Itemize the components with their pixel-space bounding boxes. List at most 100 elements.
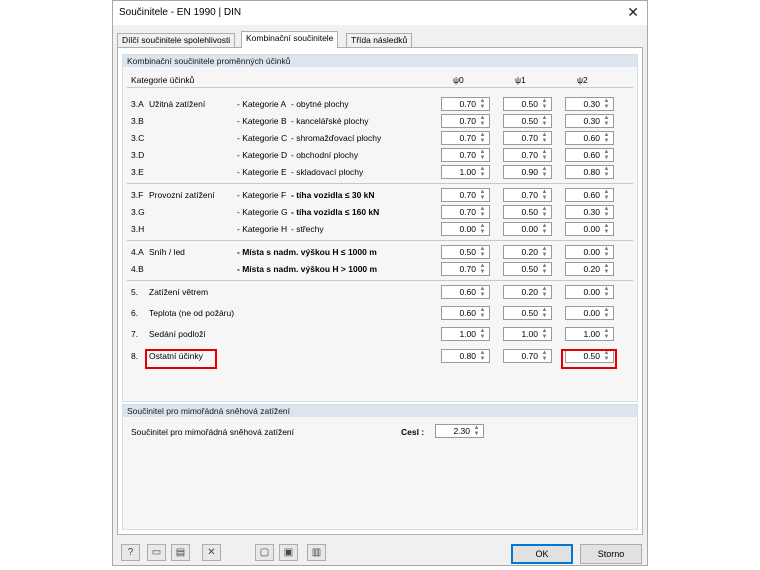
factor-stepper-v1[interactable]: 0.20 ▲ ▼	[503, 285, 552, 299]
factor-stepper-v1[interactable]: 0.20 ▲ ▼	[503, 245, 552, 259]
spin-arrows-icon[interactable]: ▲ ▼	[478, 350, 487, 362]
spin-arrows-icon[interactable]: ▲ ▼	[540, 189, 549, 201]
spin-arrows-icon[interactable]: ▲ ▼	[540, 223, 549, 235]
factor-stepper-v2[interactable]: 1.00 ▲ ▼	[565, 327, 614, 341]
factor-stepper-v2[interactable]: 0.30 ▲ ▼	[565, 114, 614, 128]
spin-arrows-icon[interactable]: ▲ ▼	[602, 206, 611, 218]
factor-stepper-v2[interactable]: 0.60 ▲ ▼	[565, 148, 614, 162]
spin-arrows-icon[interactable]: ▲ ▼	[540, 115, 549, 127]
spin-arrows-icon[interactable]: ▲ ▼	[602, 307, 611, 319]
spin-arrows-icon[interactable]: ▲ ▼	[602, 263, 611, 275]
factor-stepper-v1[interactable]: 0.00 ▲ ▼	[503, 222, 552, 236]
factor-stepper-v1[interactable]: 0.50 ▲ ▼	[503, 262, 552, 276]
factor-stepper-v0[interactable]: 0.60 ▲ ▼	[441, 285, 490, 299]
tab-consequence-class[interactable]: Třída následků	[346, 33, 413, 47]
spin-arrows-icon[interactable]: ▲ ▼	[540, 98, 549, 110]
factor-stepper-v0[interactable]: 0.60 ▲ ▼	[441, 306, 490, 320]
spin-arrows-icon[interactable]: ▲ ▼	[478, 307, 487, 319]
spin-arrows-icon[interactable]: ▲ ▼	[540, 350, 549, 362]
factor-stepper-v1[interactable]: 0.70 ▲ ▼	[503, 131, 552, 145]
factor-stepper-v2[interactable]: 0.30 ▲ ▼	[565, 205, 614, 219]
save-icon[interactable]: ▤	[171, 544, 190, 561]
spin-arrows-icon[interactable]: ▲ ▼	[478, 328, 487, 340]
open-icon[interactable]: ▢	[255, 544, 274, 561]
spin-arrows-icon[interactable]: ▲ ▼	[540, 149, 549, 161]
spin-arrows-icon[interactable]: ▲ ▼	[540, 307, 549, 319]
spin-arrows-icon[interactable]: ▲ ▼	[478, 166, 487, 178]
spin-arrows-icon[interactable]: ▲ ▼	[478, 149, 487, 161]
factor-stepper-v0[interactable]: 0.70 ▲ ▼	[441, 148, 490, 162]
spin-arrows-icon[interactable]: ▲ ▼	[540, 328, 549, 340]
spin-arrows-icon[interactable]: ▲ ▼	[602, 132, 611, 144]
spin-arrows-icon[interactable]: ▲ ▼	[540, 286, 549, 298]
factor-stepper-v2[interactable]: 0.30 ▲ ▼	[565, 97, 614, 111]
tab-partial-factors[interactable]: Dílčí součinitele spolehlivosti	[117, 33, 236, 47]
delete-icon[interactable]: ✕	[202, 544, 221, 561]
library-icon[interactable]: ▥	[307, 544, 326, 561]
spin-arrows-icon[interactable]: ▲ ▼	[478, 98, 487, 110]
spin-arrows-icon[interactable]: ▲ ▼	[478, 286, 487, 298]
help-icon[interactable]: ?	[121, 544, 140, 561]
spin-arrows-icon[interactable]: ▲ ▼	[478, 132, 487, 144]
factor-stepper-v0[interactable]: 0.80 ▲ ▼	[441, 349, 490, 363]
factor-stepper-v2[interactable]: 0.00 ▲ ▼	[565, 222, 614, 236]
factor-stepper-v1[interactable]: 0.70 ▲ ▼	[503, 148, 552, 162]
factor-stepper-v2[interactable]: 0.60 ▲ ▼	[565, 131, 614, 145]
spin-arrows-icon[interactable]: ▲ ▼	[602, 223, 611, 235]
spin-arrows-icon[interactable]: ▲ ▼	[602, 115, 611, 127]
factor-stepper-v2[interactable]: 0.00 ▲ ▼	[565, 245, 614, 259]
factor-stepper-v0[interactable]: 1.00 ▲ ▼	[441, 327, 490, 341]
spin-arrows-icon[interactable]: ▲ ▼	[540, 166, 549, 178]
spin-arrows-icon[interactable]: ▲ ▼	[540, 246, 549, 258]
spin-arrows-icon[interactable]: ▲ ▼	[540, 132, 549, 144]
spin-arrows-icon[interactable]: ▲ ▼	[478, 189, 487, 201]
spin-arrows-icon[interactable]: ▲ ▼	[602, 166, 611, 178]
spin-arrows-icon[interactable]: ▲ ▼	[540, 206, 549, 218]
snow-factor-stepper[interactable]: 2.30 ▲ ▼	[435, 424, 484, 438]
spin-arrows-icon[interactable]: ▲ ▼	[602, 149, 611, 161]
spin-arrows-icon[interactable]: ▲ ▼	[472, 425, 481, 437]
factor-stepper-v1[interactable]: 0.50 ▲ ▼	[503, 205, 552, 219]
spin-arrows-icon[interactable]: ▲ ▼	[478, 263, 487, 275]
factor-stepper-v2[interactable]: 0.80 ▲ ▼	[565, 165, 614, 179]
factor-stepper-v1[interactable]: 0.90 ▲ ▼	[503, 165, 552, 179]
disk-icon[interactable]: ▣	[279, 544, 298, 561]
tab-combination-factors[interactable]: Kombinační součinitele	[241, 31, 339, 48]
factor-stepper-v1[interactable]: 0.50 ▲ ▼	[503, 97, 552, 111]
factor-stepper-v0[interactable]: 0.70 ▲ ▼	[441, 114, 490, 128]
ok-button[interactable]: OK	[511, 544, 573, 564]
factor-stepper-v2[interactable]: 0.20 ▲ ▼	[565, 262, 614, 276]
factor-stepper-v1[interactable]: 0.50 ▲ ▼	[503, 306, 552, 320]
factor-stepper-v1[interactable]: 0.70 ▲ ▼	[503, 188, 552, 202]
cancel-button[interactable]: Storno	[580, 544, 642, 564]
spin-arrows-icon[interactable]: ▲ ▼	[602, 286, 611, 298]
factor-stepper-v0[interactable]: 0.70 ▲ ▼	[441, 205, 490, 219]
spin-arrows-icon[interactable]: ▲ ▼	[478, 246, 487, 258]
factor-stepper-v2[interactable]: 0.00 ▲ ▼	[565, 306, 614, 320]
factor-stepper-v2[interactable]: 0.00 ▲ ▼	[565, 285, 614, 299]
factor-stepper-v0[interactable]: 0.70 ▲ ▼	[441, 188, 490, 202]
factor-stepper-v1[interactable]: 1.00 ▲ ▼	[503, 327, 552, 341]
spin-arrows-icon[interactable]: ▲ ▼	[602, 189, 611, 201]
factor-stepper-v0[interactable]: 0.70 ▲ ▼	[441, 262, 490, 276]
spin-arrows-icon[interactable]: ▲ ▼	[540, 263, 549, 275]
factor-stepper-v0[interactable]: 0.00 ▲ ▼	[441, 222, 490, 236]
spin-arrows-icon[interactable]: ▲ ▼	[478, 223, 487, 235]
factor-value: 0.70	[459, 99, 476, 109]
snow-factor-symbol: Cesl :	[401, 427, 425, 437]
factor-stepper-v0[interactable]: 0.50 ▲ ▼	[441, 245, 490, 259]
new-icon[interactable]: ▭	[147, 544, 166, 561]
group-header: Součinitel pro mimořádná sněhová zatížen…	[123, 405, 637, 417]
spin-arrows-icon[interactable]: ▲ ▼	[478, 115, 487, 127]
factor-stepper-v0[interactable]: 0.70 ▲ ▼	[441, 97, 490, 111]
spin-arrows-icon[interactable]: ▲ ▼	[602, 98, 611, 110]
close-icon[interactable]: ✕	[627, 4, 639, 21]
spin-arrows-icon[interactable]: ▲ ▼	[602, 328, 611, 340]
spin-arrows-icon[interactable]: ▲ ▼	[602, 246, 611, 258]
factor-stepper-v0[interactable]: 0.70 ▲ ▼	[441, 131, 490, 145]
factor-stepper-v0[interactable]: 1.00 ▲ ▼	[441, 165, 490, 179]
factor-stepper-v2[interactable]: 0.60 ▲ ▼	[565, 188, 614, 202]
spin-arrows-icon[interactable]: ▲ ▼	[478, 206, 487, 218]
factor-stepper-v1[interactable]: 0.50 ▲ ▼	[503, 114, 552, 128]
factor-stepper-v1[interactable]: 0.70 ▲ ▼	[503, 349, 552, 363]
